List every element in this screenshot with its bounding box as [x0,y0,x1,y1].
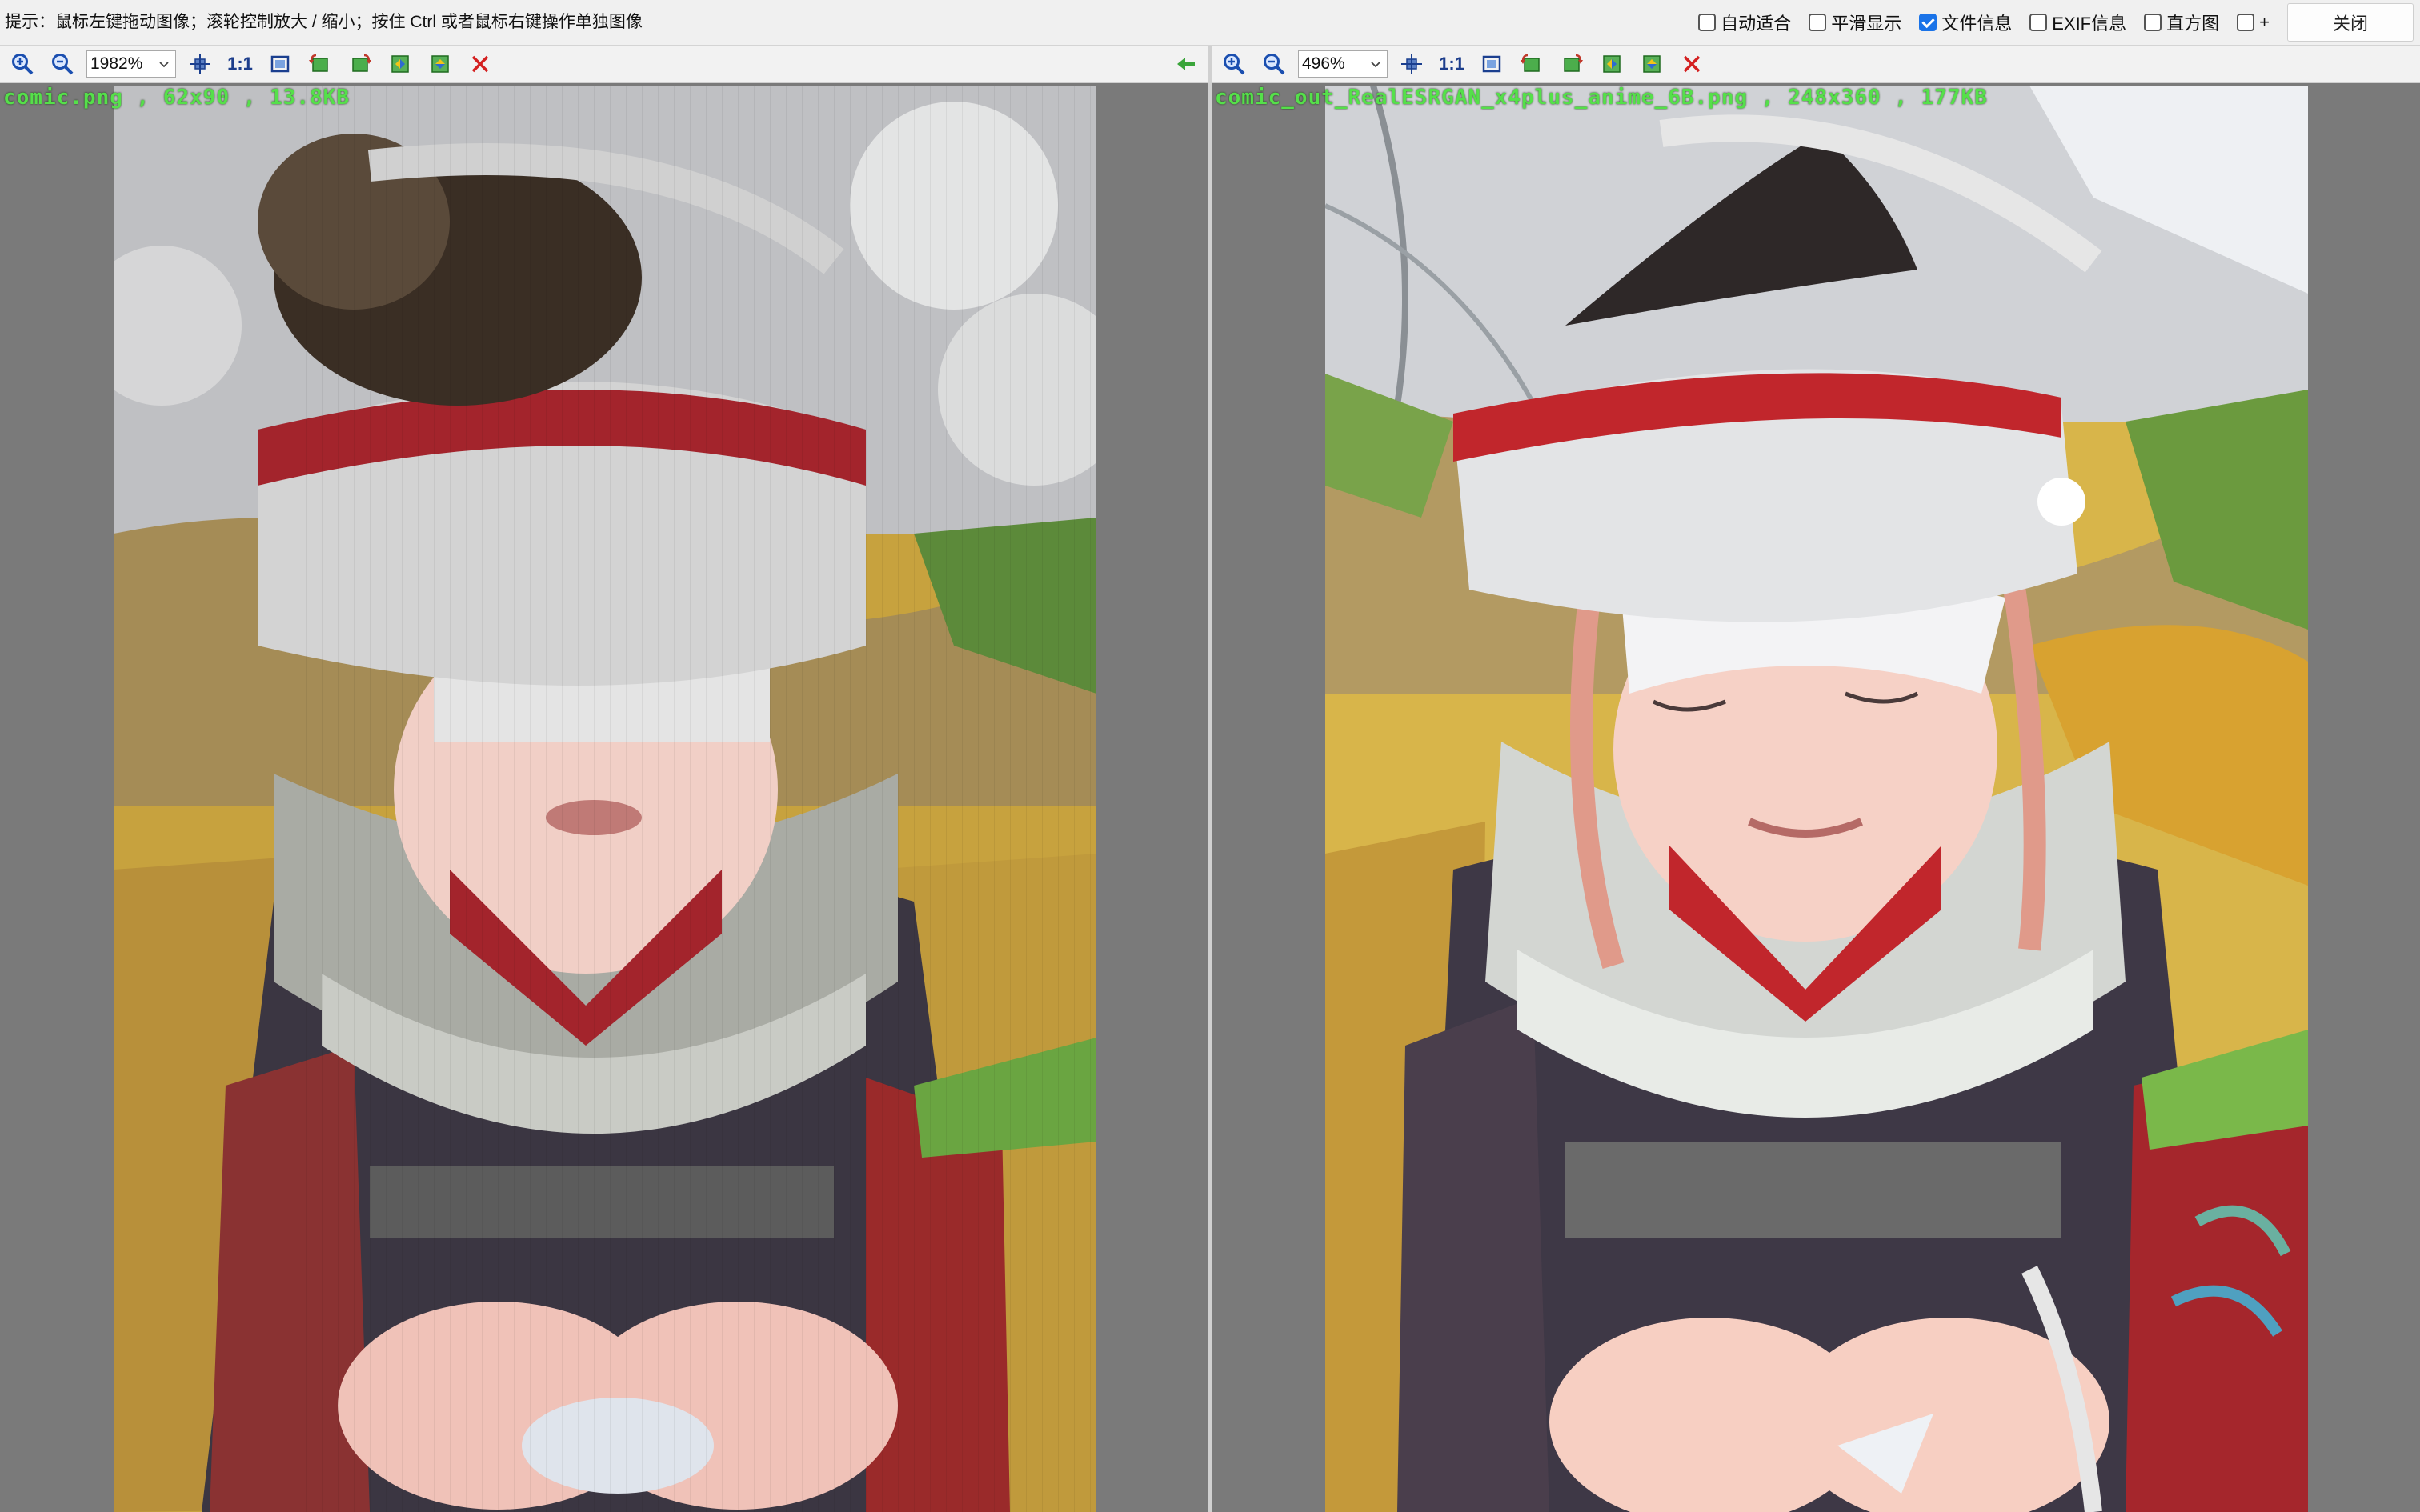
upscaled-portrait [1325,86,2308,1512]
close-button[interactable]: 关闭 [2287,3,2414,42]
center-icon[interactable] [1396,48,1428,80]
file-info-text: comic.png , 62x90 , 13.8KB [3,86,350,110]
zoom-select[interactable]: 496% [1298,50,1388,78]
option-auto-fit[interactable]: 自动适合 [1698,10,1791,35]
plus-label: + [2259,12,2270,32]
display-options: 自动适合 平滑显示 文件信息 EXIF信息 直方图 + 关闭 [1698,0,2420,45]
smooth-label: 平滑显示 [1831,14,1902,34]
left-image-panel[interactable]: 1982% 1:1 comic.png , 62x90 , 13.8KB [0,46,1208,1512]
one-to-one-button[interactable]: 1:1 [224,48,256,80]
rotate-right-icon[interactable] [344,48,376,80]
exif-label: EXIF信息 [2052,14,2127,34]
right-image-panel[interactable]: 496% 1:1 comic_out_RealESRGAN_x4plus_ani… [1212,46,2420,1512]
auto-fit-checkbox[interactable] [1698,14,1717,31]
zoom-out-icon[interactable] [46,48,78,80]
flip-vertical-icon[interactable] [1636,48,1668,80]
upscaled-image[interactable] [1325,86,2308,1512]
zoom-select[interactable]: 1982% [86,50,176,78]
flip-vertical-icon[interactable] [424,48,456,80]
center-icon[interactable] [184,48,216,80]
flip-horizontal-icon[interactable] [1596,48,1628,80]
top-bar: 提示：鼠标左键拖动图像；滚轮控制放大 / 缩小；按住 Ctrl 或者鼠标右键操作… [0,0,2420,46]
file-info-checkbox[interactable] [1919,14,1937,31]
file-info-text: comic_out_RealESRGAN_x4plus_anime_6B.png… [1215,86,1988,110]
close-x-icon[interactable] [464,48,496,80]
usage-hint: 提示：鼠标左键拖动图像；滚轮控制放大 / 缩小；按住 Ctrl 或者鼠标右键操作… [5,13,643,31]
one-to-one-button[interactable]: 1:1 [1436,48,1468,80]
option-exif[interactable]: EXIF信息 [2029,10,2126,35]
zoom-value: 496% [1302,54,1345,73]
flip-horizontal-icon[interactable] [384,48,416,80]
chevron-down-icon [159,62,169,68]
option-file-info[interactable]: 文件信息 [1919,10,2012,35]
exif-checkbox[interactable] [2029,14,2048,31]
zoom-value: 1982% [90,54,143,73]
smooth-checkbox[interactable] [1809,14,1827,31]
right-toolbar: 496% 1:1 [1212,46,2420,83]
fit-screen-icon[interactable] [264,48,296,80]
zoom-in-icon[interactable] [6,48,38,80]
file-info-label: 文件信息 [1941,14,2013,34]
rotate-right-icon[interactable] [1556,48,1588,80]
rotate-left-icon[interactable] [1516,48,1548,80]
option-smooth[interactable]: 平滑显示 [1809,10,1901,35]
original-image[interactable] [114,86,1096,1512]
sync-arrow-icon[interactable] [1170,48,1202,80]
rotate-left-icon[interactable] [304,48,336,80]
histogram-label: 直方图 [2166,14,2220,34]
option-plus[interactable]: + [2237,12,2270,33]
zoom-in-icon[interactable] [1218,48,1250,80]
zoom-out-icon[interactable] [1258,48,1290,80]
pixelated-portrait [114,86,1096,1512]
auto-fit-label: 自动适合 [1721,14,1792,34]
histogram-checkbox[interactable] [2144,14,2162,31]
chevron-down-icon [1371,62,1380,68]
fit-screen-icon[interactable] [1476,48,1508,80]
option-histogram[interactable]: 直方图 [2144,10,2219,35]
close-x-icon[interactable] [1676,48,1708,80]
plus-checkbox[interactable] [2237,14,2255,31]
left-toolbar: 1982% 1:1 [0,46,1208,83]
